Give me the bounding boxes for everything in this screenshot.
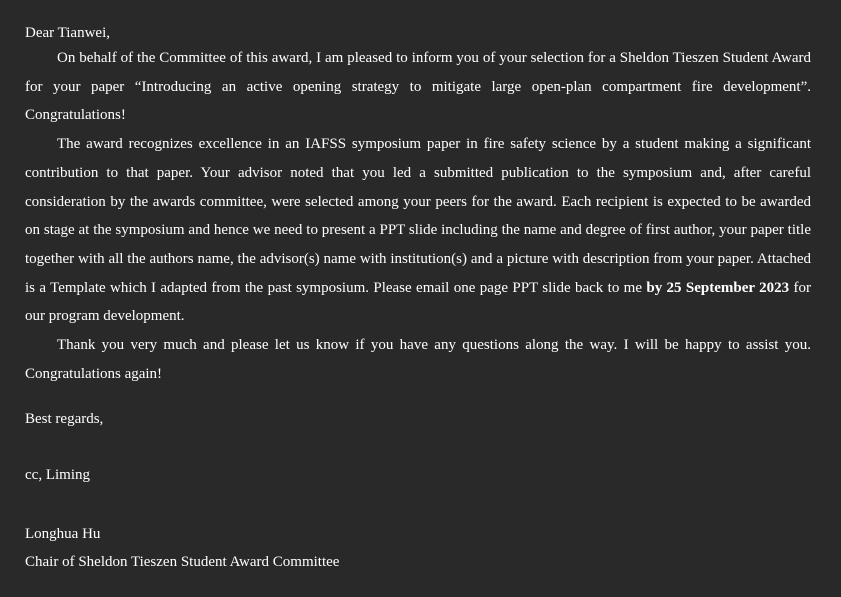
signature-block: Longhua Hu Chair of Sheldon Tieszen Stud… [25,520,811,576]
closing: Best regards, [25,411,104,428]
paragraph-award-text: The award recognizes excellence in an IA… [25,136,811,296]
signature-title: Chair of Sheldon Tieszen Student Award C… [25,554,340,571]
paragraph-thanks: Thank you very much and please let us kn… [25,337,811,382]
signature-name: Longhua Hu [25,526,101,543]
cc-line: cc, Liming [25,467,90,484]
paragraph-award-details: The award recognizes excellence in an IA… [25,130,811,331]
letter-body: Dear Tianwei, On behalf of the Committee… [25,22,811,576]
deadline-text: by 25 September 2023 [646,279,790,296]
salutation: Dear Tianwei, [25,25,110,41]
paragraph-selection: On behalf of the Committee of this award… [25,50,811,124]
